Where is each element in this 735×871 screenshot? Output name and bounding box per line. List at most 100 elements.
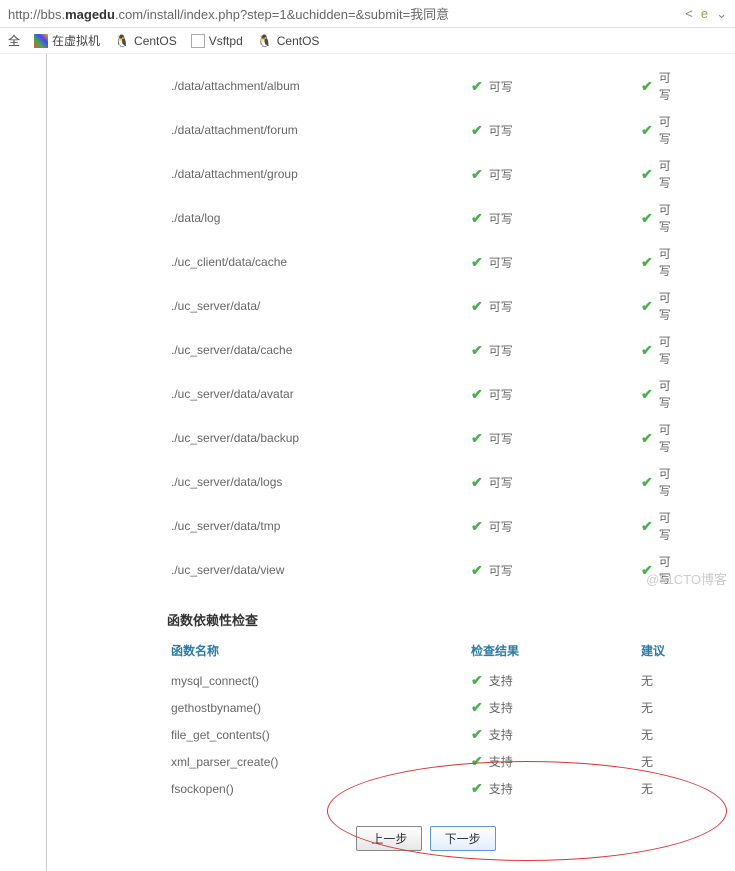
path-row: ./uc_client/data/cache✔可写✔可写 <box>167 240 685 284</box>
rec-cell: ✔可写 <box>637 152 685 196</box>
check-icon: ✔ <box>471 298 483 315</box>
path-row: ./uc_server/data/tmp✔可写✔可写 <box>167 504 685 548</box>
path-cell: ./uc_server/data/backup <box>167 416 467 460</box>
check-icon: ✔ <box>471 342 483 359</box>
check-icon: ✔ <box>471 254 483 271</box>
penguin-icon: 🐧 <box>257 33 273 49</box>
document-icon <box>191 34 205 48</box>
func-row: file_get_contents()✔支持无 <box>167 721 685 748</box>
check-cell: ✔可写 <box>467 460 637 504</box>
compat-icon[interactable]: e <box>701 6 708 22</box>
func-result-cell: ✔支持 <box>467 775 637 802</box>
path-row: ./data/attachment/group✔可写✔可写 <box>167 152 685 196</box>
check-icon: ✔ <box>471 386 483 403</box>
prev-button[interactable]: 上一步 <box>356 826 422 851</box>
bookmark-centos-1[interactable]: 🐧CentOS <box>114 33 177 49</box>
check-cell: ✔可写 <box>467 152 637 196</box>
bookmark-security[interactable]: 全 <box>8 32 20 49</box>
url-bar: http://bbs.magedu.com/install/index.php?… <box>0 0 735 28</box>
rec-cell: ✔可写 <box>637 328 685 372</box>
func-result-cell: ✔支持 <box>467 721 637 748</box>
check-cell: ✔可写 <box>467 504 637 548</box>
check-icon: ✔ <box>641 122 653 139</box>
url-domain: magedu <box>65 7 115 22</box>
check-icon: ✔ <box>641 166 653 183</box>
rec-cell: ✔可写 <box>637 372 685 416</box>
func-header-advice: 建议 <box>637 637 685 667</box>
func-header-row: 函数名称 检查结果 建议 <box>167 637 685 667</box>
func-name-cell: file_get_contents() <box>167 721 467 748</box>
path-cell: ./uc_server/data/cache <box>167 328 467 372</box>
check-cell: ✔可写 <box>467 196 637 240</box>
path-cell: ./data/log <box>167 196 467 240</box>
func-row: gethostbyname()✔支持无 <box>167 694 685 721</box>
rec-cell: ✔可写 <box>637 64 685 108</box>
check-icon: ✔ <box>471 166 483 183</box>
bookmark-bar: 全 在虚拟机 🐧CentOS Vsftpd 🐧CentOS <box>0 28 735 54</box>
path-row: ./data/log✔可写✔可写 <box>167 196 685 240</box>
func-name-cell: mysql_connect() <box>167 667 467 694</box>
check-icon: ✔ <box>471 430 483 447</box>
check-icon: ✔ <box>641 474 653 491</box>
func-advice-cell: 无 <box>637 667 685 694</box>
check-icon: ✔ <box>471 78 483 95</box>
check-icon: ✔ <box>471 518 483 535</box>
func-section-title: 函数依赖性检查 <box>167 592 685 637</box>
check-icon: ✔ <box>471 726 483 743</box>
check-cell: ✔可写 <box>467 64 637 108</box>
bookmark-vm[interactable]: 在虚拟机 <box>34 32 100 49</box>
func-header-name: 函数名称 <box>167 637 467 667</box>
path-cell: ./uc_server/data/tmp <box>167 504 467 548</box>
check-icon: ✔ <box>471 780 483 797</box>
path-cell: ./uc_server/data/view <box>167 548 467 592</box>
check-icon: ✔ <box>471 210 483 227</box>
path-cell: ./data/attachment/album <box>167 64 467 108</box>
func-result-cell: ✔支持 <box>467 694 637 721</box>
path-cell: ./data/attachment/forum <box>167 108 467 152</box>
path-row: ./data/attachment/album✔可写✔可写 <box>167 64 685 108</box>
check-icon: ✔ <box>641 298 653 315</box>
share-icon[interactable]: < <box>685 6 693 22</box>
path-cell: ./data/attachment/group <box>167 152 467 196</box>
func-advice-cell: 无 <box>637 775 685 802</box>
check-icon: ✔ <box>641 78 653 95</box>
check-cell: ✔可写 <box>467 284 637 328</box>
rec-cell: ✔可写 <box>637 504 685 548</box>
check-cell: ✔可写 <box>467 548 637 592</box>
func-result-cell: ✔支持 <box>467 748 637 775</box>
check-icon: ✔ <box>641 210 653 227</box>
rec-cell: ✔可写 <box>637 416 685 460</box>
check-icon: ✔ <box>641 386 653 403</box>
check-cell: ✔可写 <box>467 416 637 460</box>
check-cell: ✔可写 <box>467 328 637 372</box>
bookmark-centos-2[interactable]: 🐧CentOS <box>257 33 320 49</box>
bookmark-vsftpd[interactable]: Vsftpd <box>191 34 243 48</box>
path-check-table: ./data/attachment/album✔可写✔可写./data/atta… <box>167 64 685 592</box>
check-icon: ✔ <box>641 254 653 271</box>
check-icon: ✔ <box>641 518 653 535</box>
path-row: ./uc_server/data/cache✔可写✔可写 <box>167 328 685 372</box>
check-cell: ✔可写 <box>467 108 637 152</box>
install-content: ./data/attachment/album✔可写✔可写./data/atta… <box>46 54 735 871</box>
check-icon: ✔ <box>471 474 483 491</box>
url-prefix: http://bbs. <box>8 7 65 22</box>
func-name-cell: xml_parser_create() <box>167 748 467 775</box>
path-row: ./uc_server/data/backup✔可写✔可写 <box>167 416 685 460</box>
func-check-table: 函数名称 检查结果 建议 mysql_connect()✔支持无gethostb… <box>167 637 685 802</box>
func-result-cell: ✔支持 <box>467 667 637 694</box>
url-suffix: .com/install/index.php?step=1&uchidden=&… <box>115 7 449 22</box>
path-row: ./uc_server/data/avatar✔可写✔可写 <box>167 372 685 416</box>
rec-cell: ✔可写 <box>637 240 685 284</box>
next-button[interactable]: 下一步 <box>430 826 496 851</box>
func-name-cell: fsockopen() <box>167 775 467 802</box>
rec-cell: ✔可写 <box>637 284 685 328</box>
path-cell: ./uc_server/data/ <box>167 284 467 328</box>
func-name-cell: gethostbyname() <box>167 694 467 721</box>
url-text[interactable]: http://bbs.magedu.com/install/index.php?… <box>8 4 449 23</box>
check-icon: ✔ <box>471 672 483 689</box>
check-cell: ✔可写 <box>467 372 637 416</box>
rec-cell: ✔可写 <box>637 460 685 504</box>
chevron-down-icon[interactable]: ⌄ <box>716 6 727 22</box>
check-icon: ✔ <box>471 753 483 770</box>
func-advice-cell: 无 <box>637 748 685 775</box>
